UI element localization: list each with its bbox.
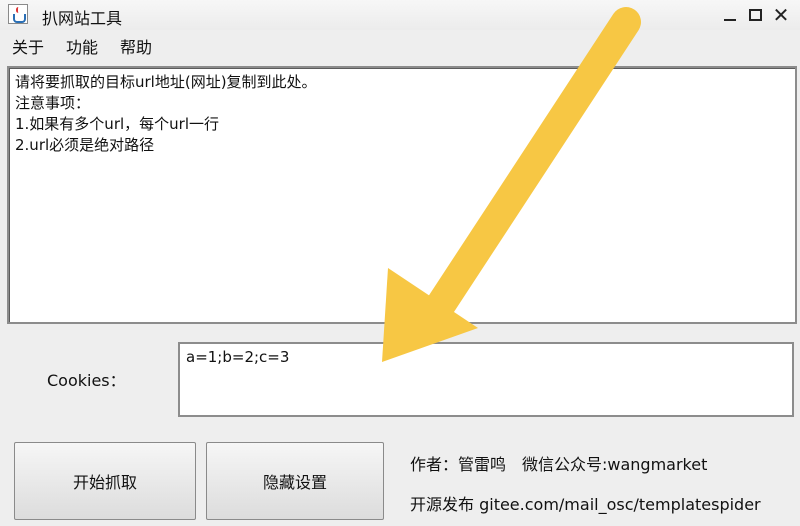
title-bar[interactable]: 扒网站工具 ✕ — [0, 0, 800, 30]
menu-item-help[interactable]: 帮助 — [118, 32, 154, 60]
url-note-1: 1.如果有多个url，每个url一行 — [15, 115, 219, 133]
start-crawl-button[interactable]: 开始抓取 — [14, 442, 196, 520]
url-note-2: 2.url必须是绝对路径 — [15, 136, 155, 154]
close-button[interactable]: ✕ — [769, 4, 793, 26]
window-title: 扒网站工具 — [42, 9, 123, 28]
maximize-button[interactable] — [743, 4, 767, 26]
java-steam-icon — [16, 7, 21, 13]
hide-settings-button[interactable]: 隐藏设置 — [206, 442, 384, 520]
java-cup-icon — [13, 14, 26, 23]
java-app-icon — [8, 4, 28, 24]
menu-bar: 关于 功能 帮助 — [0, 32, 800, 60]
menu-item-features[interactable]: 功能 — [64, 32, 100, 60]
cookies-input[interactable]: a=1;b=2;c=3 — [178, 342, 794, 417]
cookies-label: Cookies： — [47, 371, 126, 390]
author-info: 作者：管雷鸣 微信公众号:wangmarket — [410, 455, 708, 474]
url-instruction-line: 请将要抓取的目标url地址(网址)复制到此处。 — [15, 73, 317, 91]
source-info: 开源发布 gitee.com/mail_osc/templatespider — [410, 495, 761, 514]
menu-item-about[interactable]: 关于 — [10, 32, 46, 60]
minimize-button[interactable] — [718, 4, 742, 26]
url-notes-heading: 注意事项： — [15, 94, 91, 112]
url-textarea[interactable]: 请将要抓取的目标url地址(网址)复制到此处。 注意事项： 1.如果有多个url… — [7, 66, 797, 324]
